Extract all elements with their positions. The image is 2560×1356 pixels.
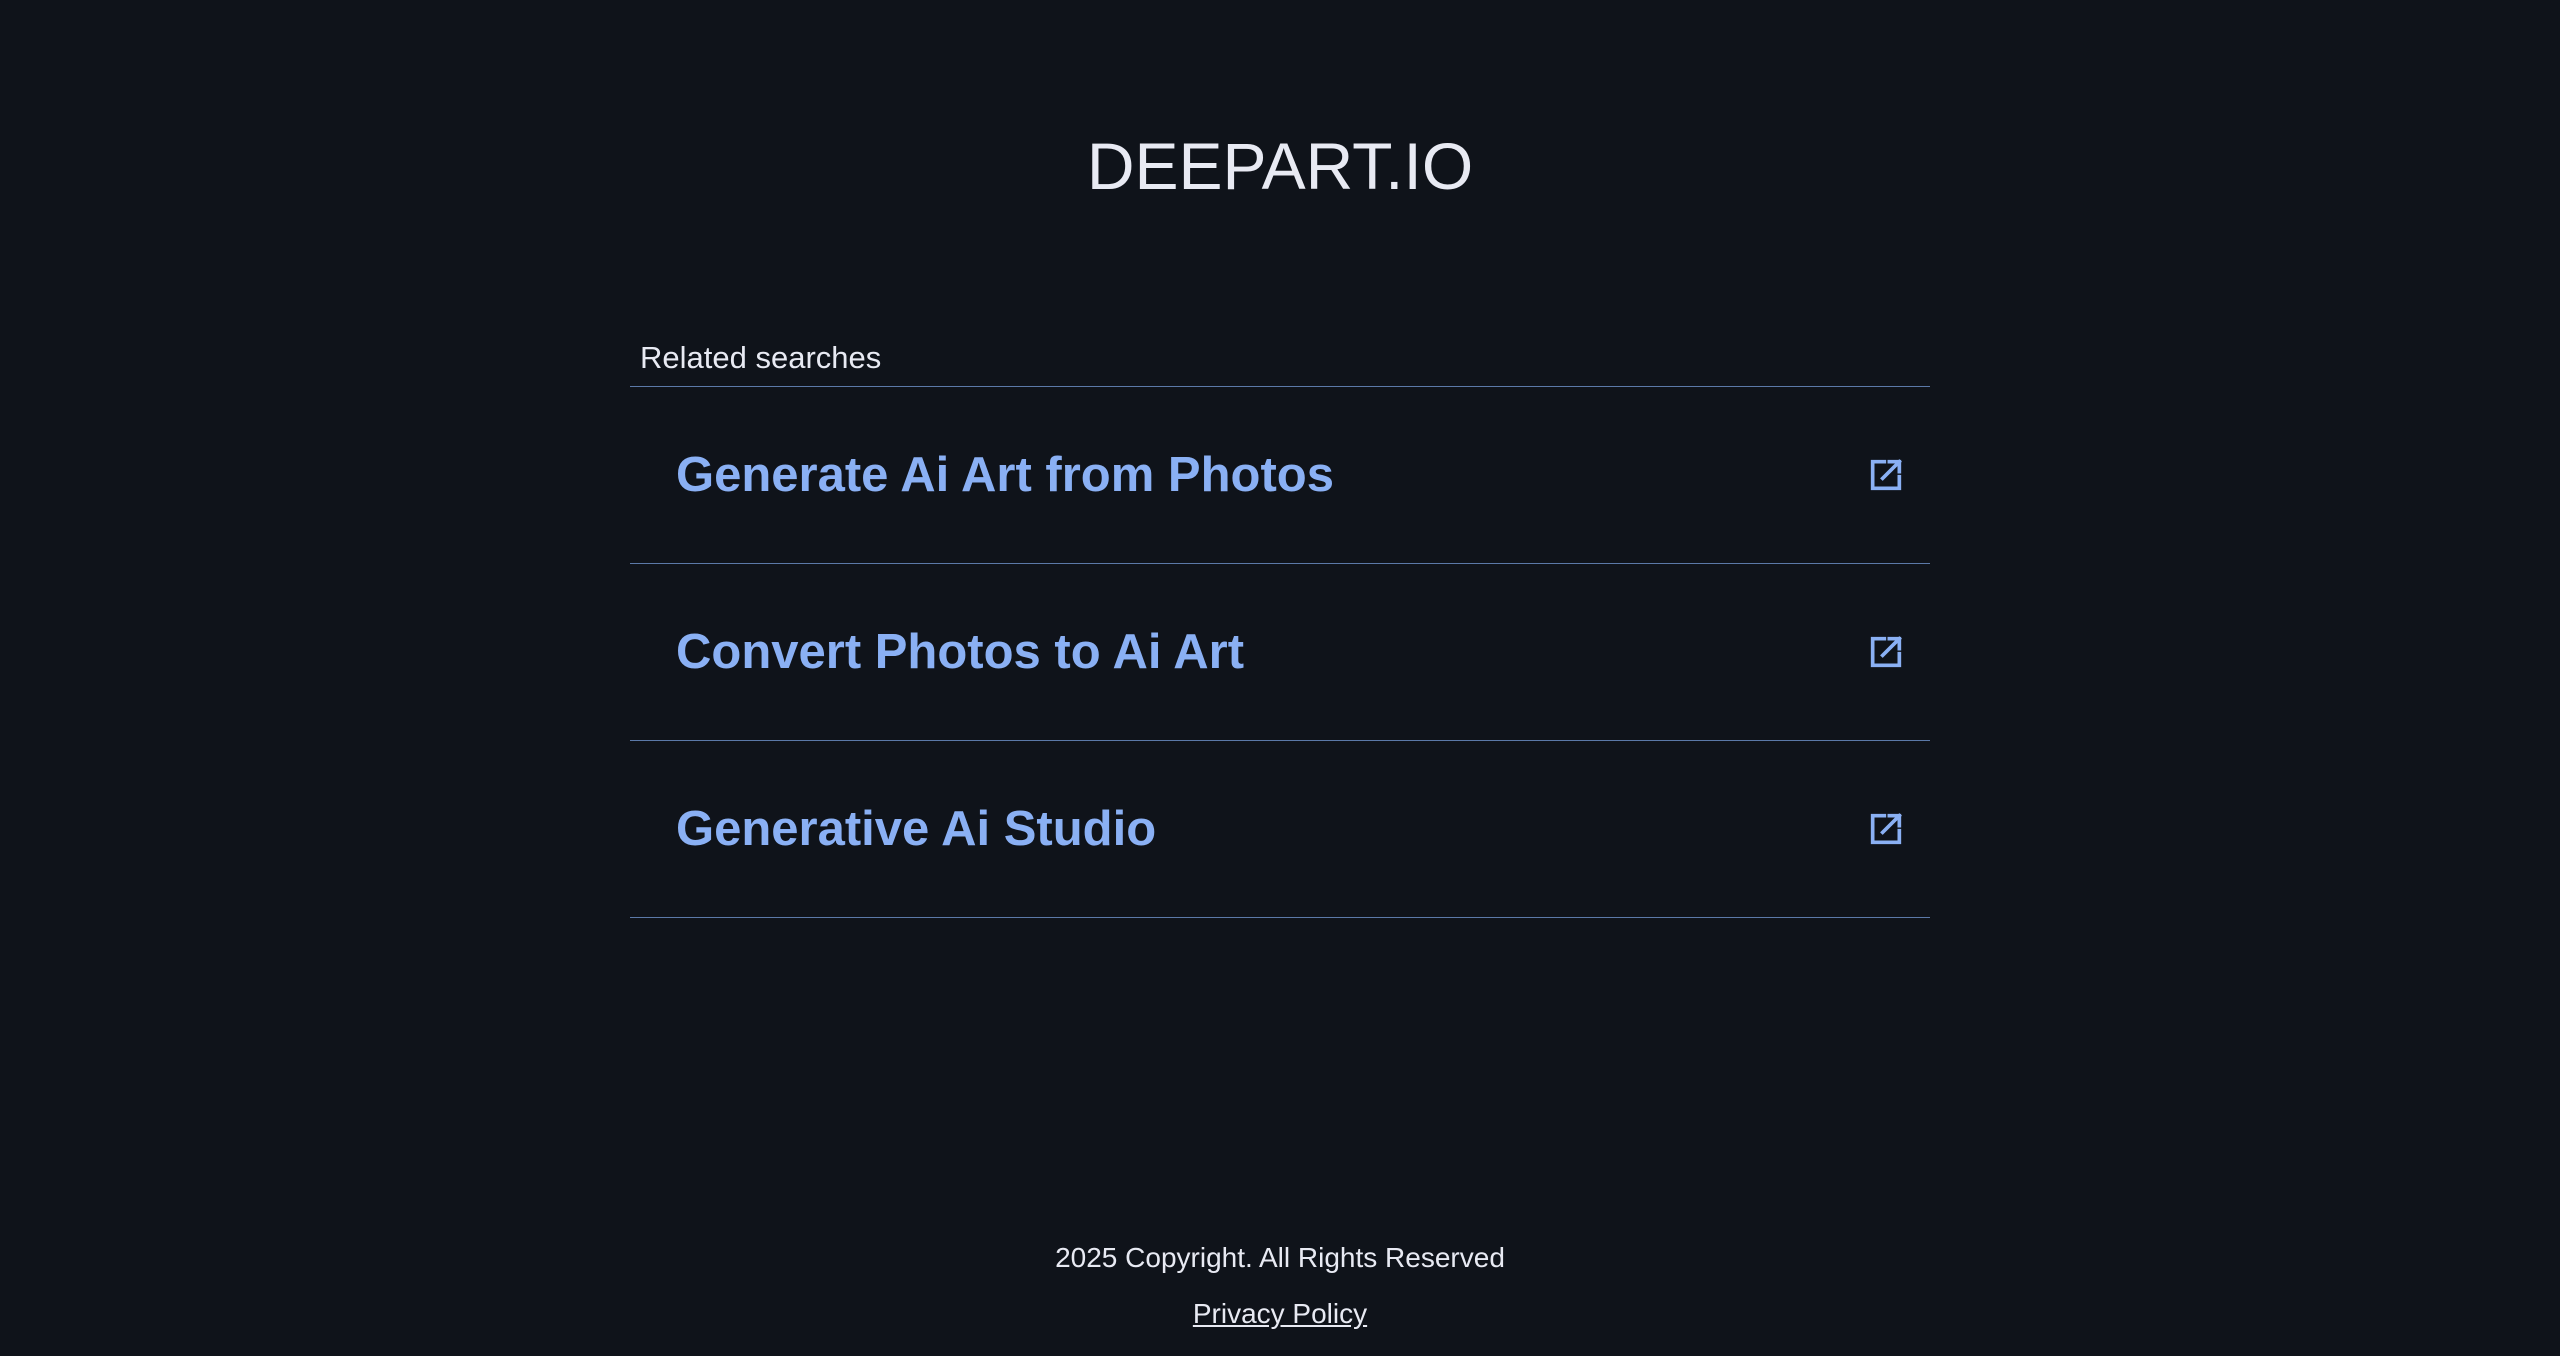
related-search-label[interactable]: Generative Ai Studio (676, 801, 1156, 857)
related-searches-list: Generate Ai Art from Photos Convert Phot… (630, 387, 1930, 918)
external-link-icon[interactable] (1866, 632, 1906, 672)
related-search-label[interactable]: Convert Photos to Ai Art (676, 624, 1244, 680)
related-searches-heading: Related searches (630, 336, 1930, 387)
related-search-item[interactable]: Generate Ai Art from Photos (630, 387, 1930, 564)
external-link-icon[interactable] (1866, 455, 1906, 495)
privacy-policy-link[interactable]: Privacy Policy (1193, 1294, 1367, 1334)
copyright-text: 2025 Copyright. All Rights Reserved (1055, 1242, 1505, 1273)
related-search-item[interactable]: Convert Photos to Ai Art (630, 564, 1930, 741)
site-title: DEEPART.IO (1086, 129, 1474, 203)
related-searches-section: Related searches Generate Ai Art from Ph… (630, 336, 1930, 918)
footer: 2025 Copyright. All Rights Reserved Priv… (0, 1238, 2560, 1334)
related-search-label[interactable]: Generate Ai Art from Photos (676, 447, 1334, 503)
related-search-item[interactable]: Generative Ai Studio (630, 741, 1930, 918)
external-link-icon[interactable] (1866, 809, 1906, 849)
page: DEEPART.IO Related searches Generate Ai … (0, 0, 2560, 1356)
